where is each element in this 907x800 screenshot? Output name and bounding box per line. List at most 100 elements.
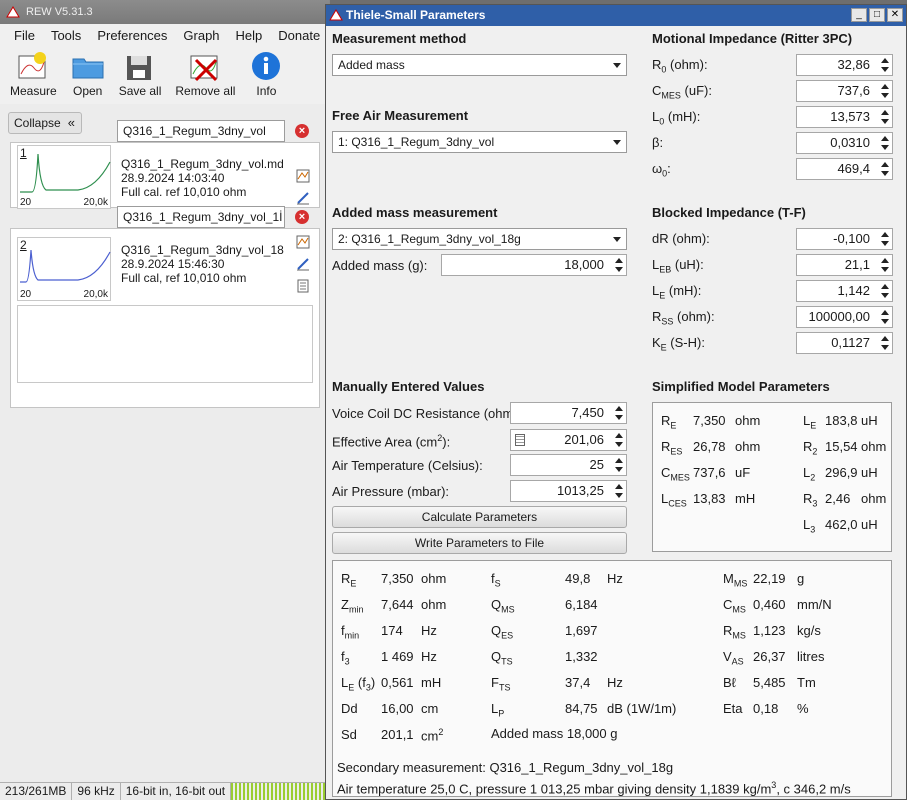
menu-file[interactable]: File — [14, 28, 35, 43]
measure-label: Measure — [10, 84, 57, 98]
stepper-icon[interactable] — [880, 231, 890, 247]
motional-label-2: L0 (mH): — [652, 109, 701, 127]
measurement-2-graph-icon[interactable] — [296, 235, 310, 249]
write-parameters-button[interactable]: Write Parameters to File — [332, 532, 627, 554]
measurement-1-edit-icon[interactable] — [296, 191, 310, 205]
measurement-1-panel[interactable]: 1 20 20,0k Q316_1_Regum_3dny_vol.md 28.9… — [10, 142, 320, 209]
menu-donate[interactable]: Donate — [278, 28, 320, 43]
area-label: Effective Area (cm2): — [332, 433, 451, 450]
result-col1-unit-0: ohm — [421, 571, 447, 586]
simplified-model-box: RE 7,350 ohm RES 26,78 ohm CMES 737,6 uF LCES 13,8… — [652, 402, 892, 552]
minimize-button[interactable]: _ — [851, 8, 867, 22]
motional-input-1[interactable]: 737,6 — [796, 80, 893, 102]
measurement-2-notes-icon[interactable] — [296, 279, 310, 293]
maximize-button[interactable]: □ — [869, 8, 885, 22]
blocked-value-0: -0,100 — [833, 231, 870, 246]
measurement-2-panel[interactable]: 2 20 20,0k Q316_1_Regum_3dny_vol_18 28.9… — [10, 228, 320, 408]
re-value: 7,450 — [571, 405, 604, 420]
remove-all-button[interactable]: Remove all — [175, 46, 235, 104]
double-chevron-left-icon: « — [67, 115, 75, 130]
stepper-icon[interactable] — [614, 257, 624, 273]
stepper-icon[interactable] — [880, 161, 890, 177]
added-mass-label: Added mass (g): — [332, 258, 428, 273]
calculator-icon[interactable] — [515, 434, 525, 446]
added-mass-input[interactable]: 18,000 — [441, 254, 627, 276]
info-button[interactable]: Info — [249, 46, 283, 104]
measurement-2-name-field[interactable]: Q316_1_Regum_3dny_vol_1İ — [117, 206, 285, 228]
stepper-icon[interactable] — [880, 83, 890, 99]
simplified-left-unit-2: uF — [735, 465, 751, 480]
blocked-value-3: 100000,00 — [808, 309, 870, 324]
measurement-1-graph-icon[interactable] — [296, 169, 310, 183]
close-measurement-1-icon[interactable]: × — [295, 124, 309, 138]
close-button[interactable]: ✕ — [887, 8, 903, 22]
stepper-icon[interactable] — [880, 135, 890, 151]
motional-input-0[interactable]: 32,86 — [796, 54, 893, 76]
result-col1-unit-5: cm — [421, 701, 439, 716]
stepper-icon[interactable] — [880, 335, 890, 351]
motional-label-1: CMES (uF): — [652, 83, 712, 101]
stepper-icon[interactable] — [880, 57, 890, 73]
effective-area-input[interactable]: 201,06 — [510, 429, 627, 451]
info-icon — [252, 52, 281, 80]
result-col2-symbol-3: QTS — [491, 649, 513, 667]
stepper-icon[interactable] — [880, 109, 890, 125]
measurement-1-thumbnail[interactable]: 1 20 20,0k — [17, 145, 111, 209]
measurement-2-edit-icon[interactable] — [296, 257, 310, 271]
measurement-1-date: 28.9.2024 14:03:40 — [121, 171, 225, 185]
stepper-icon[interactable] — [614, 432, 624, 448]
measurement-1-info: Q316_1_Regum_3dny_vol.md 28.9.2024 14:03… — [121, 157, 284, 199]
simplified-right-symbol-4: L3 — [803, 517, 816, 535]
simplified-left-unit-3: mH — [735, 491, 756, 506]
measure-button[interactable]: Measure — [10, 46, 57, 104]
collapse-label: Collapse — [14, 116, 61, 130]
simplified-left-value-0: 7,350 — [693, 413, 726, 428]
calculate-parameters-button[interactable]: Calculate Parameters — [332, 506, 627, 528]
blocked-input-4[interactable]: 0,1127 — [796, 332, 893, 354]
menu-graph[interactable]: Graph — [183, 28, 219, 43]
stepper-icon[interactable] — [880, 257, 890, 273]
simplified-right-value-3: 2,46 — [825, 491, 851, 506]
result-col3-unit-5: % — [797, 701, 809, 716]
result-col1-symbol-0: RE — [341, 571, 357, 589]
stepper-icon[interactable] — [880, 283, 890, 299]
measurement-method-select[interactable]: Added mass — [332, 54, 627, 76]
collapse-button[interactable]: Collapse « — [8, 112, 82, 134]
blocked-input-0[interactable]: -0,100 — [796, 228, 893, 250]
result-col1-symbol-5: Dd — [341, 701, 358, 716]
ts-title-bar: Thiele-Small Parameters _ □ ✕ — [326, 5, 906, 26]
measurement-2-thumbnail[interactable]: 2 20 20,0k — [17, 237, 111, 301]
measurement-1-axis-right: 20,0k — [83, 197, 108, 208]
motional-input-3[interactable]: 0,0310 — [796, 132, 893, 154]
stepper-icon[interactable] — [880, 309, 890, 325]
menu-help[interactable]: Help — [236, 28, 263, 43]
menu-preferences[interactable]: Preferences — [97, 28, 167, 43]
blocked-input-2[interactable]: 1,142 — [796, 280, 893, 302]
blocked-input-1[interactable]: 21,1 — [796, 254, 893, 276]
free-air-select[interactable]: 1: Q316_1_Regum_3dny_vol — [332, 131, 627, 153]
stepper-icon[interactable] — [614, 457, 624, 473]
voice-coil-resistance-input[interactable]: 7,450 — [510, 402, 627, 424]
air-temperature-input[interactable]: 25 — [510, 454, 627, 476]
added-mass-select[interactable]: 2: Q316_1_Regum_3dny_vol_18g — [332, 228, 627, 250]
ts-title-text: Thiele-Small Parameters — [346, 8, 486, 22]
close-measurement-2-icon[interactable]: × — [295, 210, 309, 224]
measurement-1-actions — [296, 169, 310, 213]
simplified-heading: Simplified Model Parameters — [652, 379, 830, 394]
motional-input-2[interactable]: 13,573 — [796, 106, 893, 128]
menu-tools[interactable]: Tools — [51, 28, 81, 43]
stepper-icon[interactable] — [614, 483, 624, 499]
save-all-button[interactable]: Save all — [119, 46, 161, 104]
blocked-input-3[interactable]: 100000,00 — [796, 306, 893, 328]
measurement-1-name-field[interactable]: Q316_1_Regum_3dny_vol — [117, 120, 285, 142]
simplified-left-symbol-3: LCES — [661, 491, 687, 509]
measurement-2-notes-area[interactable] — [17, 305, 313, 383]
air-pressure-input[interactable]: 1013,25 — [510, 480, 627, 502]
result-col1-unit-1: ohm — [421, 597, 447, 612]
result-col2-value-1: 6,184 — [565, 597, 598, 612]
motional-input-4[interactable]: 469,4 — [796, 158, 893, 180]
stepper-icon[interactable] — [614, 405, 624, 421]
result-col2-symbol-1: QMS — [491, 597, 515, 615]
result-col3-unit-2: kg/s — [797, 623, 821, 638]
open-button[interactable]: Open — [71, 46, 105, 104]
